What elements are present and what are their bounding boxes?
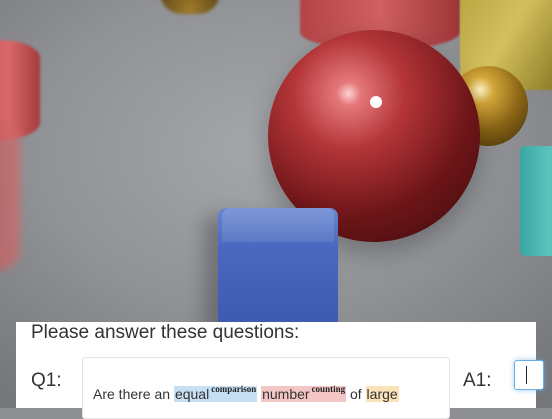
question-token-counting: number counting (261, 384, 347, 402)
cyan-cube (520, 146, 552, 256)
token-tag-counting: counting (311, 384, 346, 394)
question-panel: Please answer these questions: Q1: Are t… (16, 322, 544, 419)
sphere-highlight (370, 96, 382, 108)
question-box: Are there an equal comparison number count… (82, 357, 450, 419)
blue-cube-top-face (222, 208, 334, 242)
token-word: equal (174, 386, 210, 402)
answer-label: A1: (463, 370, 492, 391)
question-text: Are there an equal comparison number count… (93, 380, 399, 403)
text-caret (526, 366, 527, 384)
question-token: Are there an (93, 386, 174, 402)
question-token: of (346, 386, 366, 402)
gold-small-object (160, 0, 220, 14)
panel-title: Please answer these questions: (31, 322, 300, 343)
red-object-left-blur (0, 120, 20, 270)
question-token-comparison: equal comparison (173, 384, 258, 402)
answer-input[interactable] (514, 360, 544, 390)
token-word: number (262, 386, 310, 402)
token-tag-comparison: comparison (211, 384, 257, 394)
question-label: Q1: (31, 370, 62, 391)
question-token-size: large (365, 386, 399, 402)
